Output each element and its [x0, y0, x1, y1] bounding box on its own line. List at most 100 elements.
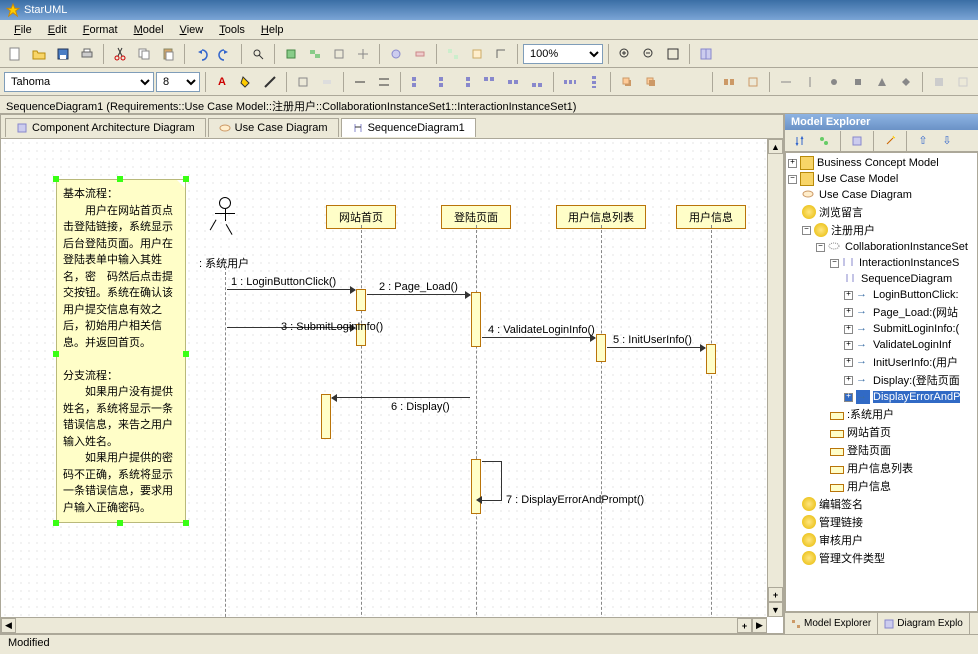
ptab-model[interactable]: Model Explorer: [785, 613, 878, 634]
tree-userinfo[interactable]: 用户信息: [830, 477, 975, 495]
diagram-canvas[interactable]: 基本流程： 用户在网站首页点击登陆链接，系统显示后台登陆页面。用户在登陆表单中输…: [1, 139, 767, 617]
ext-6[interactable]: [847, 71, 869, 93]
font-combo[interactable]: Tahoma: [4, 72, 154, 92]
tool-a[interactable]: [292, 71, 314, 93]
align-1[interactable]: [406, 71, 428, 93]
msg-4[interactable]: [482, 337, 595, 338]
ext-7[interactable]: [871, 71, 893, 93]
actor-system-user[interactable]: [215, 197, 235, 234]
fontsize-combo[interactable]: 8: [156, 72, 200, 92]
align-2[interactable]: [430, 71, 452, 93]
msg-7[interactable]: [482, 461, 502, 501]
tree-managelink[interactable]: 管理链接: [802, 513, 975, 531]
tree-ucd[interactable]: Use Case Diagram: [802, 187, 975, 203]
line-style-1[interactable]: [349, 71, 371, 93]
tab-usecase[interactable]: Use Case Diagram: [208, 118, 339, 137]
menu-format[interactable]: Format: [75, 22, 126, 38]
scrollbar-vertical[interactable]: ▲ + ▼: [767, 139, 783, 617]
tree-display[interactable]: +Display:(登陆页面: [844, 371, 975, 389]
msg-2[interactable]: [367, 294, 470, 295]
tree-sysuser[interactable]: :系统用户: [830, 405, 975, 423]
menu-edit[interactable]: Edit: [40, 22, 75, 38]
undo-button[interactable]: [190, 43, 212, 65]
tree-register[interactable]: −注册用户: [802, 221, 975, 239]
tree-submit[interactable]: +SubmitLoginInfo:(: [844, 321, 975, 337]
align-6[interactable]: [526, 71, 548, 93]
tab-sequence[interactable]: SequenceDiagram1: [341, 118, 476, 137]
ext-5[interactable]: [823, 71, 845, 93]
align-4[interactable]: [478, 71, 500, 93]
tree-editsig[interactable]: 编辑签名: [802, 495, 975, 513]
find-button[interactable]: [247, 43, 269, 65]
new-button[interactable]: [4, 43, 26, 65]
ext-3[interactable]: [775, 71, 797, 93]
front-button[interactable]: [616, 71, 638, 93]
activation-1[interactable]: [356, 289, 366, 311]
print-button[interactable]: [76, 43, 98, 65]
tree-pageload[interactable]: +Page_Load:(网站: [844, 303, 975, 321]
menu-file[interactable]: File: [6, 22, 40, 38]
tree-userlist[interactable]: 用户信息列表: [830, 459, 975, 477]
ext-10[interactable]: [952, 71, 974, 93]
activation-6[interactable]: [321, 394, 331, 439]
activation-4[interactable]: [596, 334, 606, 362]
tree-usecase-model[interactable]: −Use Case Model: [788, 171, 975, 187]
tree-business[interactable]: +Business Concept Model: [788, 155, 975, 171]
msg-6[interactable]: [332, 397, 470, 398]
tree-view[interactable]: +Business Concept Model −Use Case Model …: [785, 152, 978, 612]
ext-4[interactable]: [799, 71, 821, 93]
activation-5[interactable]: [706, 344, 716, 374]
back-button[interactable]: [640, 71, 662, 93]
msg-5[interactable]: [607, 347, 705, 348]
tool-1[interactable]: [280, 43, 302, 65]
fill-color-button[interactable]: [235, 71, 257, 93]
up-button[interactable]: ⇧: [912, 130, 934, 152]
ext-9[interactable]: [928, 71, 950, 93]
ptab-diagram[interactable]: Diagram Explo: [878, 613, 970, 634]
copy-button[interactable]: [133, 43, 155, 65]
filter-button[interactable]: [813, 130, 835, 152]
tool-6[interactable]: [409, 43, 431, 65]
tree-collab[interactable]: −CollaborationInstanceSet: [816, 239, 975, 255]
menu-help[interactable]: Help: [253, 22, 292, 38]
tab-component[interactable]: Component Architecture Diagram: [5, 118, 206, 137]
tool-8[interactable]: [466, 43, 488, 65]
tool-7[interactable]: [442, 43, 464, 65]
open-button[interactable]: [28, 43, 50, 65]
redo-button[interactable]: [214, 43, 236, 65]
tree-validate[interactable]: +ValidateLoginInf: [844, 337, 975, 353]
tree-homepage[interactable]: 网站首页: [830, 423, 975, 441]
tool-b[interactable]: [316, 71, 338, 93]
wand-button[interactable]: [879, 130, 901, 152]
tree-init[interactable]: +InitUserInfo:(用户: [844, 353, 975, 371]
zoom-out-button[interactable]: [638, 43, 660, 65]
save-button[interactable]: [52, 43, 74, 65]
tree-browse[interactable]: 浏览留言: [802, 203, 975, 221]
tree-managefile[interactable]: 管理文件类型: [802, 549, 975, 567]
tree-loginclick[interactable]: +LoginButtonClick:: [844, 287, 975, 303]
tool-2[interactable]: [304, 43, 326, 65]
zoom-in-button[interactable]: [614, 43, 636, 65]
activation-2[interactable]: [471, 292, 481, 347]
zoom-combo[interactable]: 100%: [523, 44, 603, 64]
scrollbar-horizontal[interactable]: ◀ + ▶: [1, 617, 767, 633]
tree-seq[interactable]: SequenceDiagram: [844, 271, 975, 287]
down-button[interactable]: ⇩: [936, 130, 958, 152]
tool-9[interactable]: [490, 43, 512, 65]
zoom-fit-button[interactable]: [662, 43, 684, 65]
line-color-button[interactable]: [259, 71, 281, 93]
tree-displayerr[interactable]: +DisplayErrorAndP: [844, 389, 975, 405]
menu-tools[interactable]: Tools: [211, 22, 253, 38]
tree-audituser[interactable]: 审核用户: [802, 531, 975, 549]
msg-1[interactable]: [227, 289, 355, 290]
font-color-button[interactable]: A: [211, 71, 233, 93]
tool-5[interactable]: [385, 43, 407, 65]
dist-h[interactable]: [559, 71, 581, 93]
ext-1[interactable]: [718, 71, 740, 93]
tool-4[interactable]: [352, 43, 374, 65]
ext-8[interactable]: [895, 71, 917, 93]
diagram-note[interactable]: 基本流程： 用户在网站首页点击登陆链接，系统显示后台登陆页面。用户在登陆表单中输…: [56, 179, 186, 523]
menu-model[interactable]: Model: [126, 22, 172, 38]
paste-button[interactable]: [157, 43, 179, 65]
tool-panel-button[interactable]: [695, 43, 717, 65]
